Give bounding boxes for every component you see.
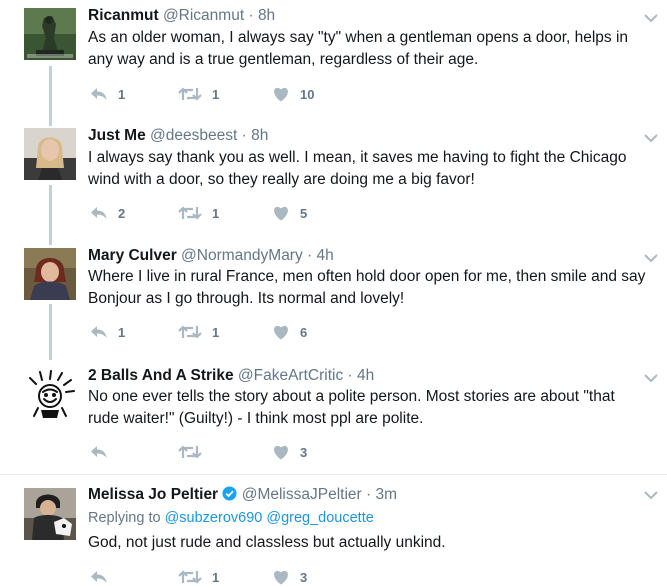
retweet-count: 1 bbox=[212, 205, 220, 221]
tweet-header: Just Me @deesbeest · 8h bbox=[88, 126, 268, 146]
tweet[interactable]: Ricanmut @Ricanmut · 8h As an older woma… bbox=[0, 0, 667, 120]
like-count: 3 bbox=[300, 569, 308, 585]
user-handle[interactable]: @FakeArtCritic bbox=[238, 367, 343, 384]
like-count: 6 bbox=[300, 324, 308, 340]
like-count: 10 bbox=[300, 86, 315, 102]
separator-dot: · bbox=[366, 486, 372, 503]
reply-button[interactable] bbox=[90, 442, 118, 462]
tweet[interactable]: 2 Balls And A Strike @FakeArtCritic · 4h… bbox=[0, 360, 667, 473]
like-button[interactable]: 5 bbox=[272, 203, 307, 223]
retweet-icon bbox=[178, 87, 202, 101]
display-name[interactable]: Melissa Jo Peltier bbox=[88, 486, 218, 503]
reply-count: 1 bbox=[118, 86, 126, 102]
tweet-text: As an older woman, I always say "ty" whe… bbox=[88, 29, 629, 68]
retweet-button[interactable]: 1 bbox=[178, 203, 219, 223]
display-name[interactable]: 2 Balls And A Strike bbox=[88, 367, 234, 384]
avatar[interactable] bbox=[24, 248, 76, 300]
retweet-button[interactable]: 1 bbox=[178, 322, 219, 342]
like-button[interactable]: 3 bbox=[272, 567, 307, 587]
timestamp[interactable]: 8h bbox=[258, 7, 275, 24]
retweet-count: 1 bbox=[212, 86, 220, 102]
retweet-count: 1 bbox=[212, 324, 220, 340]
like-button[interactable]: 10 bbox=[272, 84, 314, 104]
timestamp[interactable]: 3m bbox=[375, 486, 397, 503]
display-name[interactable]: Just Me bbox=[88, 127, 146, 144]
tweet[interactable]: Mary Culver @NormandyMary · 4h Where I l… bbox=[0, 240, 667, 360]
retweet-button[interactable]: 1 bbox=[178, 567, 219, 587]
display-name[interactable]: Ricanmut bbox=[88, 7, 159, 24]
retweet-icon bbox=[178, 206, 202, 220]
chevron-down-icon[interactable] bbox=[643, 372, 659, 384]
verified-badge-icon bbox=[222, 486, 237, 501]
avatar[interactable] bbox=[24, 8, 76, 60]
like-button[interactable]: 6 bbox=[272, 322, 307, 342]
user-handle[interactable]: @deesbeest bbox=[150, 127, 237, 144]
reply-count: 1 bbox=[118, 324, 126, 340]
tweet-header: Melissa Jo Peltier @MelissaJPeltier · 3m bbox=[88, 485, 397, 505]
tweet-header: Mary Culver @NormandyMary · 4h bbox=[88, 246, 334, 266]
mention-link[interactable]: @subzerov690 bbox=[165, 510, 263, 526]
display-name[interactable]: Mary Culver bbox=[88, 247, 177, 264]
chevron-down-icon[interactable] bbox=[643, 252, 659, 264]
like-button[interactable]: 3 bbox=[272, 442, 307, 462]
avatar[interactable] bbox=[24, 368, 76, 420]
reply-count: 2 bbox=[118, 205, 126, 221]
tweet-header: Ricanmut @Ricanmut · 8h bbox=[88, 6, 275, 26]
user-handle[interactable]: @Ricanmut bbox=[163, 7, 244, 24]
retweet-count: 1 bbox=[212, 569, 220, 585]
retweet-button[interactable]: 1 bbox=[178, 84, 219, 104]
timestamp[interactable]: 4h bbox=[357, 367, 374, 384]
reply-icon bbox=[91, 326, 107, 338]
chevron-down-icon[interactable] bbox=[643, 12, 659, 24]
like-count: 3 bbox=[300, 444, 308, 460]
tweet[interactable]: Just Me @deesbeest · 8h I always say tha… bbox=[0, 120, 667, 240]
separator-dot: · bbox=[241, 127, 247, 144]
user-handle[interactable]: @MelissaJPeltier bbox=[242, 486, 362, 503]
reply-button[interactable]: 1 bbox=[90, 84, 125, 104]
tweet-text: God, not just rude and classless but act… bbox=[88, 534, 446, 551]
reply-icon bbox=[91, 446, 107, 458]
separator-dot: · bbox=[248, 7, 254, 24]
replying-to: Replying to @subzerov690 @greg_doucette bbox=[88, 508, 374, 528]
separator-dot: · bbox=[307, 247, 313, 264]
heart-icon bbox=[274, 445, 288, 460]
tweet-text: Where I live in rural France, men often … bbox=[88, 268, 646, 307]
tweet-text: No one ever tells the story about a poli… bbox=[88, 388, 615, 427]
heart-icon bbox=[274, 87, 288, 102]
timestamp[interactable]: 8h bbox=[251, 127, 268, 144]
chevron-down-icon[interactable] bbox=[643, 489, 659, 501]
reply-icon bbox=[91, 207, 107, 219]
reply-button[interactable]: 2 bbox=[90, 203, 125, 223]
heart-icon bbox=[274, 325, 288, 340]
tweet-text: I always say thank you as well. I mean, … bbox=[88, 149, 627, 188]
retweet-icon bbox=[178, 445, 202, 459]
tweet-header: 2 Balls And A Strike @FakeArtCritic · 4h bbox=[88, 366, 374, 386]
avatar[interactable] bbox=[24, 488, 76, 540]
reply-button[interactable]: 1 bbox=[90, 322, 125, 342]
avatar[interactable] bbox=[24, 128, 76, 180]
timestamp[interactable]: 4h bbox=[317, 247, 334, 264]
mention-link[interactable]: @greg_doucette bbox=[266, 510, 373, 526]
user-handle[interactable]: @NormandyMary bbox=[181, 247, 303, 264]
like-count: 5 bbox=[300, 205, 308, 221]
reply-button[interactable] bbox=[90, 567, 118, 587]
retweet-button[interactable] bbox=[178, 442, 212, 462]
retweet-icon bbox=[178, 325, 202, 339]
reply-icon bbox=[91, 88, 107, 100]
replying-prefix: Replying to bbox=[88, 510, 161, 526]
chevron-down-icon[interactable] bbox=[643, 132, 659, 144]
tweet[interactable]: Melissa Jo Peltier @MelissaJPeltier · 3m… bbox=[0, 475, 667, 585]
heart-icon bbox=[274, 206, 288, 221]
separator-dot: · bbox=[347, 367, 353, 384]
